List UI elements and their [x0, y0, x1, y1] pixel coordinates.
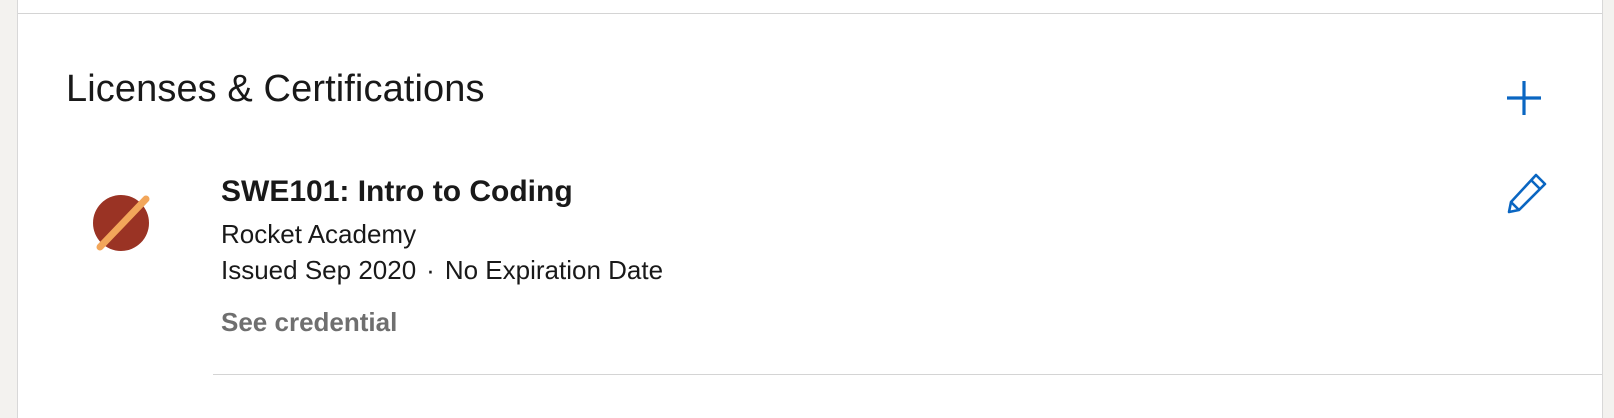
- rocket-academy-logo-icon: [92, 194, 150, 252]
- certification-details: SWE101: Intro to Coding Rocket Academy I…: [221, 172, 663, 340]
- section-title: Licenses & Certifications: [66, 68, 485, 110]
- certification-dates: Issued Sep 2020 · No Expiration Date: [221, 252, 663, 288]
- licenses-certifications-card: Licenses & Certifications SWE101: Intro …: [17, 0, 1603, 418]
- certification-issuer: Rocket Academy: [221, 219, 417, 249]
- see-credential-link[interactable]: See credential: [221, 304, 397, 340]
- plus-icon: [1507, 81, 1541, 115]
- expiration-text: No Expiration Date: [444, 255, 664, 285]
- add-certification-button[interactable]: [1504, 78, 1544, 118]
- issued-date: Issued Sep 2020: [221, 255, 417, 285]
- edit-certification-button[interactable]: [1506, 172, 1548, 214]
- entry-divider: [213, 374, 1602, 375]
- certification-entry: SWE101: Intro to Coding Rocket Academy I…: [18, 158, 1602, 388]
- pencil-icon: [1507, 173, 1547, 214]
- top-divider: [18, 13, 1602, 14]
- separator-dot: ·: [426, 255, 435, 285]
- certification-title: SWE101: Intro to Coding: [221, 175, 573, 208]
